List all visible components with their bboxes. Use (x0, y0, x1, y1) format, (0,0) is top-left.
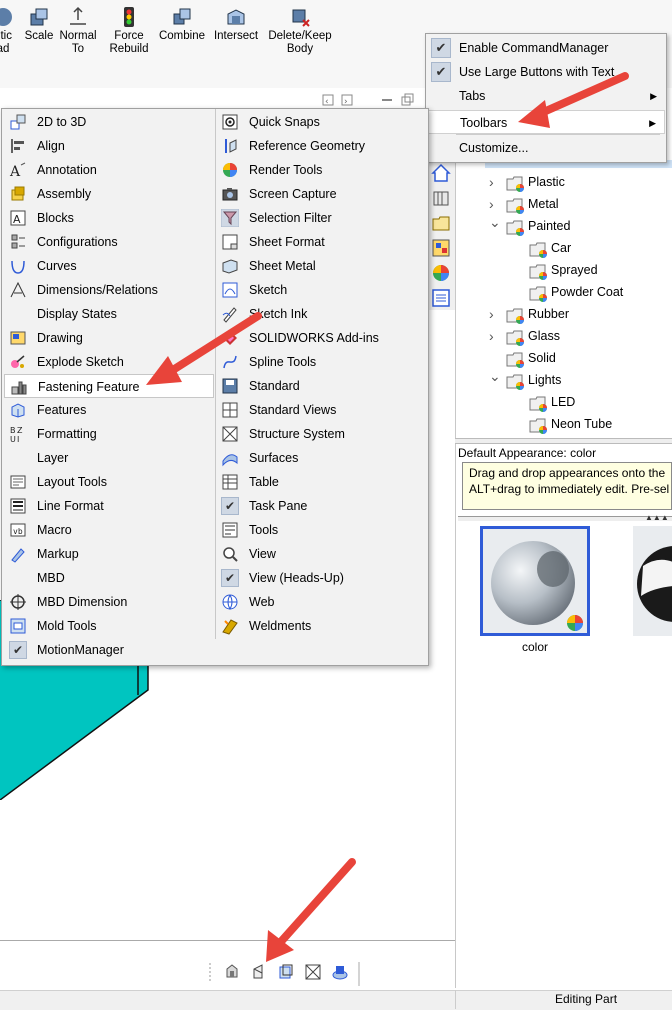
arrow-to-view-toolbar (266, 858, 356, 962)
arrow-to-toolbars (518, 72, 629, 128)
arrow-to-fastening-feature (146, 312, 262, 385)
annotation-arrows (146, 72, 629, 962)
